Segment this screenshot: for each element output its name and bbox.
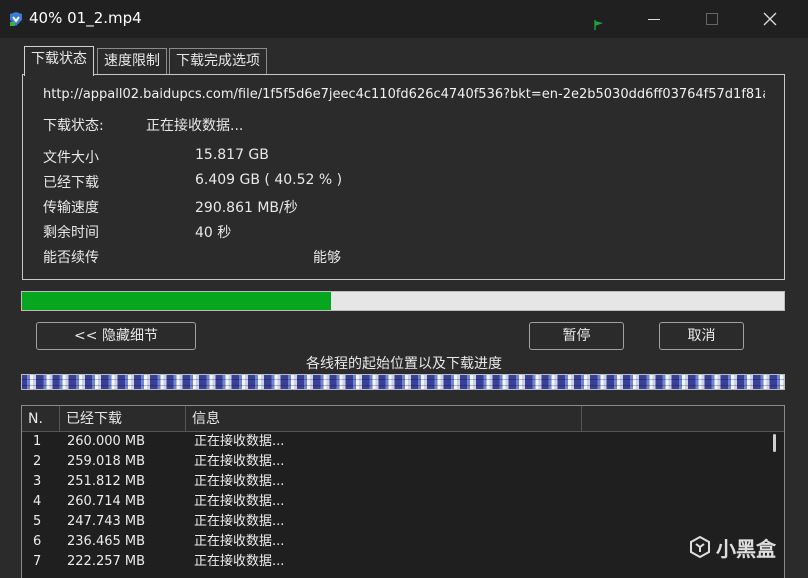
thread-list-header: N. 已经下载 信息	[22, 406, 784, 432]
thread-number: 3	[33, 474, 42, 489]
watermark: 小黑盒	[688, 532, 776, 562]
thread-number: 2	[33, 454, 42, 469]
thread-number: 4	[33, 494, 42, 509]
window-title: 40% 01_2.mp4	[29, 9, 142, 27]
close-button[interactable]	[744, 0, 796, 38]
transfer-rate-label: 传输速度	[43, 200, 99, 216]
column-downloaded[interactable]: 已经下载	[60, 406, 186, 432]
thread-downloaded: 247.743 MB	[67, 514, 146, 529]
download-url: http://appall02.baidupcs.com/file/1f5f5d…	[43, 87, 765, 102]
status-panel: http://appall02.baidupcs.com/file/1f5f5d…	[22, 74, 785, 280]
file-size-label: 文件大小	[43, 150, 99, 166]
minimize-button[interactable]	[628, 0, 680, 38]
thread-number: 6	[33, 534, 42, 549]
maximize-button[interactable]	[686, 0, 738, 38]
thread-info: 正在接收数据...	[194, 434, 285, 449]
table-row[interactable]: 2 259.018 MB 正在接收数据...	[22, 452, 784, 472]
downloaded-label: 已经下载	[43, 175, 99, 191]
column-info[interactable]: 信息	[186, 406, 582, 432]
thread-number: 5	[33, 514, 42, 529]
table-row[interactable]: 6 236.465 MB 正在接收数据...	[22, 532, 784, 552]
tab-download-status[interactable]: 下载状态	[24, 46, 94, 76]
scroll-thumb[interactable]	[773, 434, 776, 452]
table-row[interactable]: 4 260.714 MB 正在接收数据...	[22, 492, 784, 512]
resume-capability-label: 能否续传	[43, 250, 99, 266]
thread-info: 正在接收数据...	[194, 554, 285, 569]
hide-details-button[interactable]: << 隐藏细节	[36, 322, 196, 350]
table-row[interactable]: 1 260.000 MB 正在接收数据...	[22, 432, 784, 452]
download-progress-fill	[22, 292, 331, 310]
thread-downloaded: 260.000 MB	[67, 434, 146, 449]
table-row[interactable]: 5 247.743 MB 正在接收数据...	[22, 512, 784, 532]
thread-rows: 1 260.000 MB 正在接收数据... 2 259.018 MB 正在接收…	[22, 432, 784, 572]
watermark-text: 小黑盒	[716, 536, 776, 561]
title-bar: 40% 01_2.mp4	[0, 0, 808, 38]
thread-list[interactable]: N. 已经下载 信息 1 260.000 MB 正在接收数据... 2 259.…	[21, 405, 785, 578]
thread-downloaded: 260.714 MB	[67, 494, 146, 509]
download-progress-bar	[21, 291, 785, 311]
pause-button[interactable]: 暂停	[529, 322, 624, 350]
tab-completion-options[interactable]: 下载完成选项	[169, 48, 267, 74]
resume-capability-value: 能够	[313, 250, 341, 266]
thread-downloaded: 222.257 MB	[67, 554, 146, 569]
transfer-rate-value: 290.861 MB/秒	[195, 200, 298, 216]
heybox-logo-icon	[690, 535, 710, 559]
thread-number: 7	[33, 554, 42, 569]
cancel-button[interactable]: 取消	[659, 322, 744, 350]
close-icon	[763, 12, 777, 26]
thread-downloaded: 251.812 MB	[67, 474, 146, 489]
column-number[interactable]: N.	[22, 406, 60, 432]
time-left-value: 40 秒	[195, 225, 232, 241]
tab-speed-limit[interactable]: 速度限制	[97, 48, 167, 74]
thread-downloaded: 259.018 MB	[67, 454, 146, 469]
table-row[interactable]: 7 222.257 MB 正在接收数据...	[22, 552, 784, 572]
download-status-value: 正在接收数据...	[146, 118, 244, 134]
download-status-label: 下载状态:	[43, 118, 104, 134]
downloaded-value: 6.409 GB ( 40.52 % )	[195, 172, 343, 188]
time-left-label: 剩余时间	[43, 225, 99, 241]
thread-info: 正在接收数据...	[194, 474, 285, 489]
thread-progress-caption: 各线程的起始位置以及下载进度	[306, 356, 502, 372]
thread-info: 正在接收数据...	[194, 494, 285, 509]
idm-app-icon	[10, 12, 22, 26]
file-size-value: 15.817 GB	[195, 147, 269, 163]
table-row[interactable]: 3 251.812 MB 正在接收数据...	[22, 472, 784, 492]
thread-info: 正在接收数据...	[194, 534, 285, 549]
thread-downloaded: 236.465 MB	[67, 534, 146, 549]
thread-progress-bar	[21, 374, 785, 390]
thread-info: 正在接收数据...	[194, 454, 285, 469]
green-flag-icon	[594, 20, 603, 30]
thread-number: 1	[33, 434, 42, 449]
thread-info: 正在接收数据...	[194, 514, 285, 529]
